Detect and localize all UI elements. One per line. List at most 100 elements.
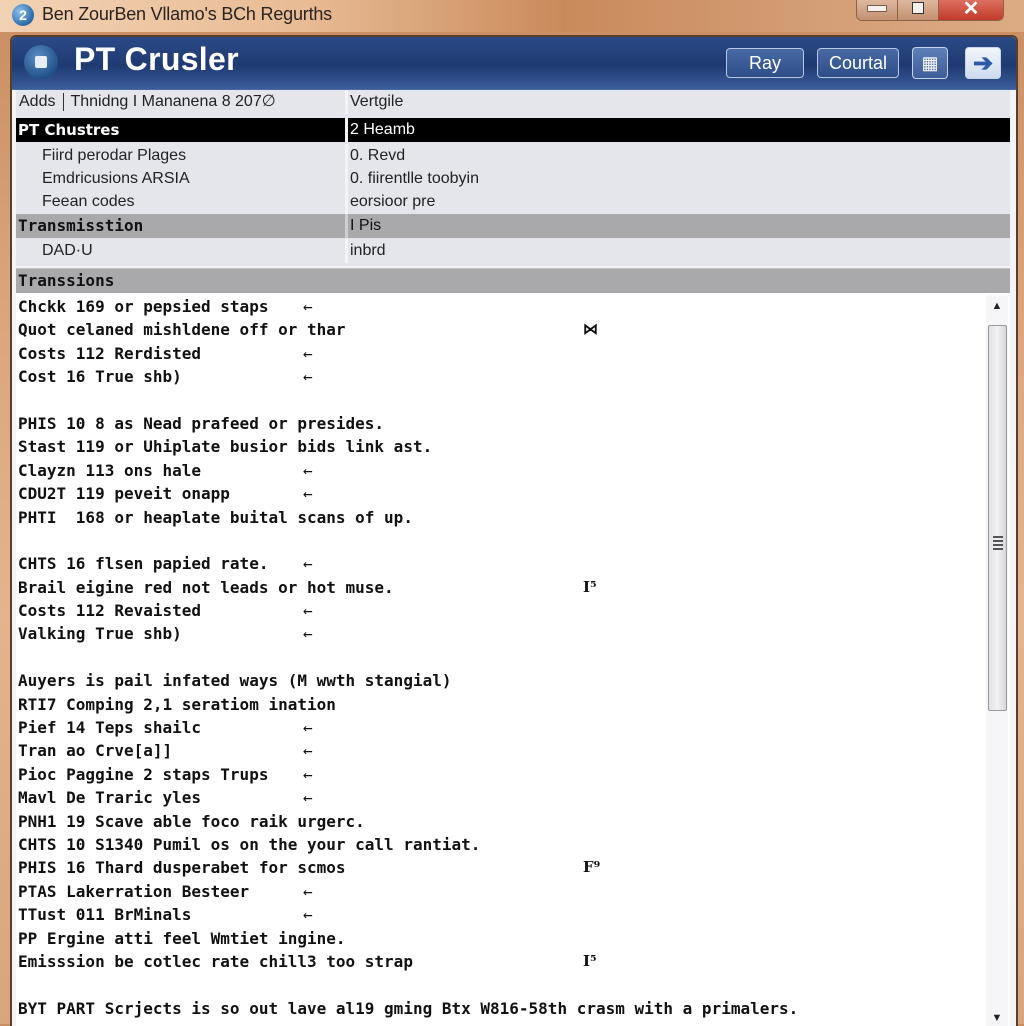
log-line[interactable]: Mavl De Traric yles ← <box>18 786 978 809</box>
log-line[interactable]: CHTS 16 flsen papied rate. ← <box>18 552 978 575</box>
status-marker-icon: I⁵ <box>583 577 597 596</box>
group-value: I Pis <box>350 217 382 234</box>
log-line[interactable]: Emisssion be cotlec rate chill3 too stra… <box>18 950 978 973</box>
property-row[interactable]: Feean codes eorsioor pre <box>16 190 1010 214</box>
log-lines: Chckk 169 or pepsied staps ← Quot celaned … <box>18 295 978 1020</box>
log-line[interactable]: PTAS Lakerration Besteer ← <box>18 880 978 903</box>
log-line[interactable]: Tran ao Crve[a]] ← <box>18 739 978 762</box>
left-arrow-icon: ← <box>303 367 313 387</box>
app-header: PT Crusler Ray Courtal ▦ ➔ <box>12 37 1016 90</box>
log-line[interactable] <box>18 646 978 669</box>
scroll-up-button[interactable]: ▲ <box>986 297 1008 315</box>
log-line[interactable]: PHIS 16 Thard dusperabet for scmos F⁹ <box>18 856 978 879</box>
vertical-scrollbar[interactable]: ▲ ▼ <box>986 295 1008 1026</box>
log-line-text: CDU2T 119 peveit onapp <box>18 484 230 504</box>
log-line[interactable]: Valking True shb) ← <box>18 622 978 645</box>
property-value: 0. Revd <box>350 147 406 164</box>
log-line[interactable]: PHIS 10 8 as Nead prafeed or presides. <box>18 412 978 435</box>
left-arrow-icon: ← <box>303 297 313 316</box>
log-line[interactable]: BYT PART Scrjects is so out lave al19 gm… <box>18 997 978 1020</box>
property-group-row[interactable]: Transmisstion I Pis <box>16 214 1010 238</box>
property-value: 0. fiirentlle toobyin <box>350 170 479 187</box>
log-line[interactable]: PP Ergine atti feel Wmtiet ingine. <box>18 927 978 950</box>
property-row[interactable]: DAD·U inbrd <box>16 239 1010 263</box>
log-line-text: PP Ergine atti feel Wmtiet ingine. <box>18 928 346 948</box>
close-icon: ✕ <box>962 0 980 20</box>
log-panel: Transsions Chckk 169 or pepsied staps ← Qu… <box>16 268 1010 1026</box>
log-line-text: BYT PART Scrjects is so out lave al19 gm… <box>18 998 799 1018</box>
log-line[interactable]: CDU2T 119 peveit onapp ← <box>18 482 978 505</box>
maximize-button[interactable] <box>898 0 939 20</box>
property-row[interactable]: Fiird perodar Plages 0. Revd <box>16 144 1010 168</box>
left-arrow-icon: ← <box>303 554 313 574</box>
os-titlebar: 2 Ben ZourBen Vllamo's BCh Regurths ✕ <box>0 0 1024 32</box>
property-name: PT Chustres <box>18 121 120 139</box>
grid-icon: ▦ <box>921 52 939 73</box>
left-arrow-icon: ← <box>303 788 313 808</box>
group-name: Transmisstion <box>18 216 144 235</box>
forward-button[interactable]: ➔ <box>965 47 1001 79</box>
scroll-down-button[interactable]: ▼ <box>986 1009 1008 1026</box>
log-line-text: PHTI 168 or heaplate buital scans of up. <box>18 507 413 527</box>
log-line[interactable] <box>18 529 978 552</box>
log-line-text: PTAS Lakerration Besteer <box>18 881 250 901</box>
property-name: Fiird perodar Plages <box>42 147 187 164</box>
log-line-text: Clayzn 113 ons hale <box>18 460 202 480</box>
log-line-text: TTust 011 BrMinals <box>18 905 192 925</box>
close-button[interactable]: ✕ <box>939 0 1003 20</box>
left-arrow-icon: ← <box>303 343 313 363</box>
status-marker-icon: ⋈ <box>583 320 598 339</box>
ray-button[interactable]: Ray <box>726 48 804 78</box>
property-value: inbrd <box>350 242 386 259</box>
log-line-text: Stast 119 or Uhiplate busior bids link a… <box>18 437 433 457</box>
app-icon: 2 <box>12 4 34 26</box>
log-line[interactable]: Clayzn 113 ons hale ← <box>18 459 978 482</box>
log-line[interactable]: Stast 119 or Uhiplate busior bids link a… <box>18 435 978 458</box>
header-adds[interactable]: Adds <box>19 93 55 110</box>
property-row-selected[interactable]: PT Chustres 2 Heamb <box>16 118 1010 142</box>
left-arrow-icon: ← <box>303 741 313 761</box>
log-line[interactable] <box>18 389 978 412</box>
log-line[interactable]: Quot celaned mishldene off or thar ⋈ <box>18 318 978 341</box>
log-line[interactable]: PHTI 168 or heaplate buital scans of up. <box>18 506 978 529</box>
header-name[interactable]: Thnidng I Mananena 8 207∅ <box>70 93 275 110</box>
grid-icon-button[interactable]: ▦ <box>912 47 948 79</box>
log-line[interactable]: Cost 16 True shb) ← <box>18 365 978 388</box>
log-line[interactable]: PNH1 19 Scave able foco raik urgerc. <box>18 810 978 833</box>
left-arrow-icon: ← <box>303 881 313 901</box>
log-line[interactable]: RTI7 Comping 2,1 seratiom ination <box>18 693 978 716</box>
log-line-text: Mavl De Traric yles <box>18 788 202 808</box>
maximize-icon <box>912 2 924 14</box>
property-row[interactable]: Emdricusions ARSIA 0. fiirentlle toobyin <box>16 167 1010 191</box>
log-line-text: Costs 112 Rerdisted <box>18 343 202 363</box>
log-line-text: Pief 14 Teps shailc <box>18 718 202 738</box>
minimize-icon <box>867 4 887 12</box>
log-line[interactable]: Brail eigine red not leads or hot muse. I… <box>18 576 978 599</box>
grip-icon <box>993 536 1003 552</box>
log-line-text: PHIS 10 8 as Nead prafeed or presides. <box>18 413 385 433</box>
log-line[interactable]: TTust 011 BrMinals ← <box>18 903 978 926</box>
window-title: Ben ZourBen Vllamo's BCh Regurths <box>42 4 332 24</box>
minimize-button[interactable] <box>857 0 898 20</box>
header-col2[interactable]: Vertgile <box>348 90 1012 114</box>
log-line[interactable]: CHTS 10 S1340 Pumil os on the your call … <box>18 833 978 856</box>
log-header: Transsions <box>16 269 1010 293</box>
log-line-text: CHTS 16 flsen papied rate. <box>18 554 269 574</box>
scroll-thumb[interactable] <box>988 325 1007 711</box>
log-line[interactable]: Costs 112 Rerdisted ← <box>18 342 978 365</box>
log-line-text: PHIS 16 Thard dusperabet for scmos <box>18 858 346 878</box>
log-line[interactable]: Pioc Paggine 2 staps Trups ← <box>18 763 978 786</box>
forward-arrow-icon: ➔ <box>972 49 994 77</box>
log-line[interactable]: Chckk 169 or pepsied staps ← <box>18 295 978 318</box>
log-line[interactable]: Pief 14 Teps shailc ← <box>18 716 978 739</box>
status-marker-icon: F⁹ <box>583 858 601 877</box>
log-line[interactable]: Auyers is pail infated ways (M wwth stan… <box>18 669 978 692</box>
window-controls: ✕ <box>856 0 1004 21</box>
property-value: 2 Heamb <box>350 121 415 138</box>
property-value: eorsioor pre <box>350 193 436 210</box>
property-name: Emdricusions ARSIA <box>42 170 190 187</box>
courtal-button[interactable]: Courtal <box>817 48 899 78</box>
log-line[interactable] <box>18 973 978 996</box>
log-line[interactable]: Costs 112 Revaisted ← <box>18 599 978 622</box>
left-arrow-icon: ← <box>303 718 313 738</box>
